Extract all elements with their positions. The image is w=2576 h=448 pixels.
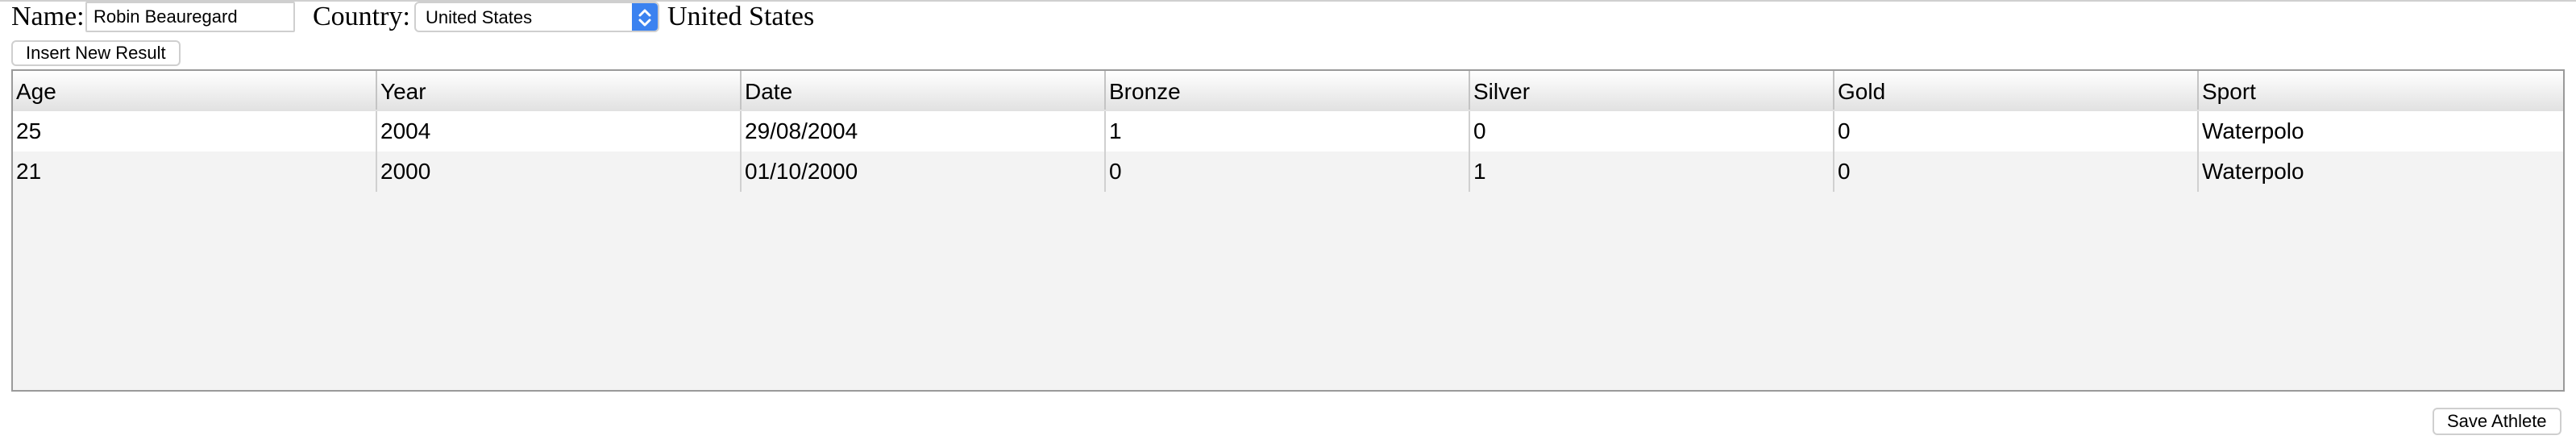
cell-silver: 0 [1470,111,1834,151]
column-header-age[interactable]: Age [13,71,377,110]
country-label: Country: [313,2,410,31]
column-header-sport[interactable]: Sport [2199,71,2563,110]
column-header-bronze[interactable]: Bronze [1106,71,1470,110]
country-display: United States [667,2,815,31]
cell-gold: 0 [1834,111,2199,151]
cell-bronze: 0 [1106,151,1470,192]
cell-gold: 0 [1834,151,2199,192]
cell-age: 25 [13,111,377,151]
cell-age: 21 [13,151,377,192]
country-select[interactable]: United States [414,2,659,32]
column-header-date[interactable]: Date [742,71,1106,110]
insert-new-result-button[interactable]: Insert New Result [11,40,181,66]
cell-date: 29/08/2004 [742,111,1106,151]
grid-header: Age Year Date Bronze Silver Gold Sport [13,71,2563,113]
cell-year: 2000 [377,151,742,192]
cell-sport: Waterpolo [2202,118,2304,143]
cell-sport: Waterpolo [2202,159,2304,184]
results-grid: Age Year Date Bronze Silver Gold Sport 2… [11,69,2565,392]
column-header-year[interactable]: Year [377,71,742,110]
cell-date: 01/10/2000 [742,151,1106,192]
table-row[interactable]: 21 2000 01/10/2000 0 1 0 Waterpolo [13,151,2563,192]
table-row[interactable]: 25 2004 29/08/2004 1 0 0 Waterpolo [13,111,2563,151]
name-label: Name: [11,2,85,31]
name-input[interactable] [85,2,295,32]
column-header-silver[interactable]: Silver [1470,71,1834,110]
country-select-value: United States [426,7,533,27]
column-header-gold[interactable]: Gold [1834,71,2199,110]
cell-year: 2004 [377,111,742,151]
save-athlete-button[interactable]: Save Athlete [2433,408,2561,435]
cell-bronze: 1 [1106,111,1470,151]
select-stepper-icon[interactable] [632,3,658,31]
cell-silver: 1 [1470,151,1834,192]
